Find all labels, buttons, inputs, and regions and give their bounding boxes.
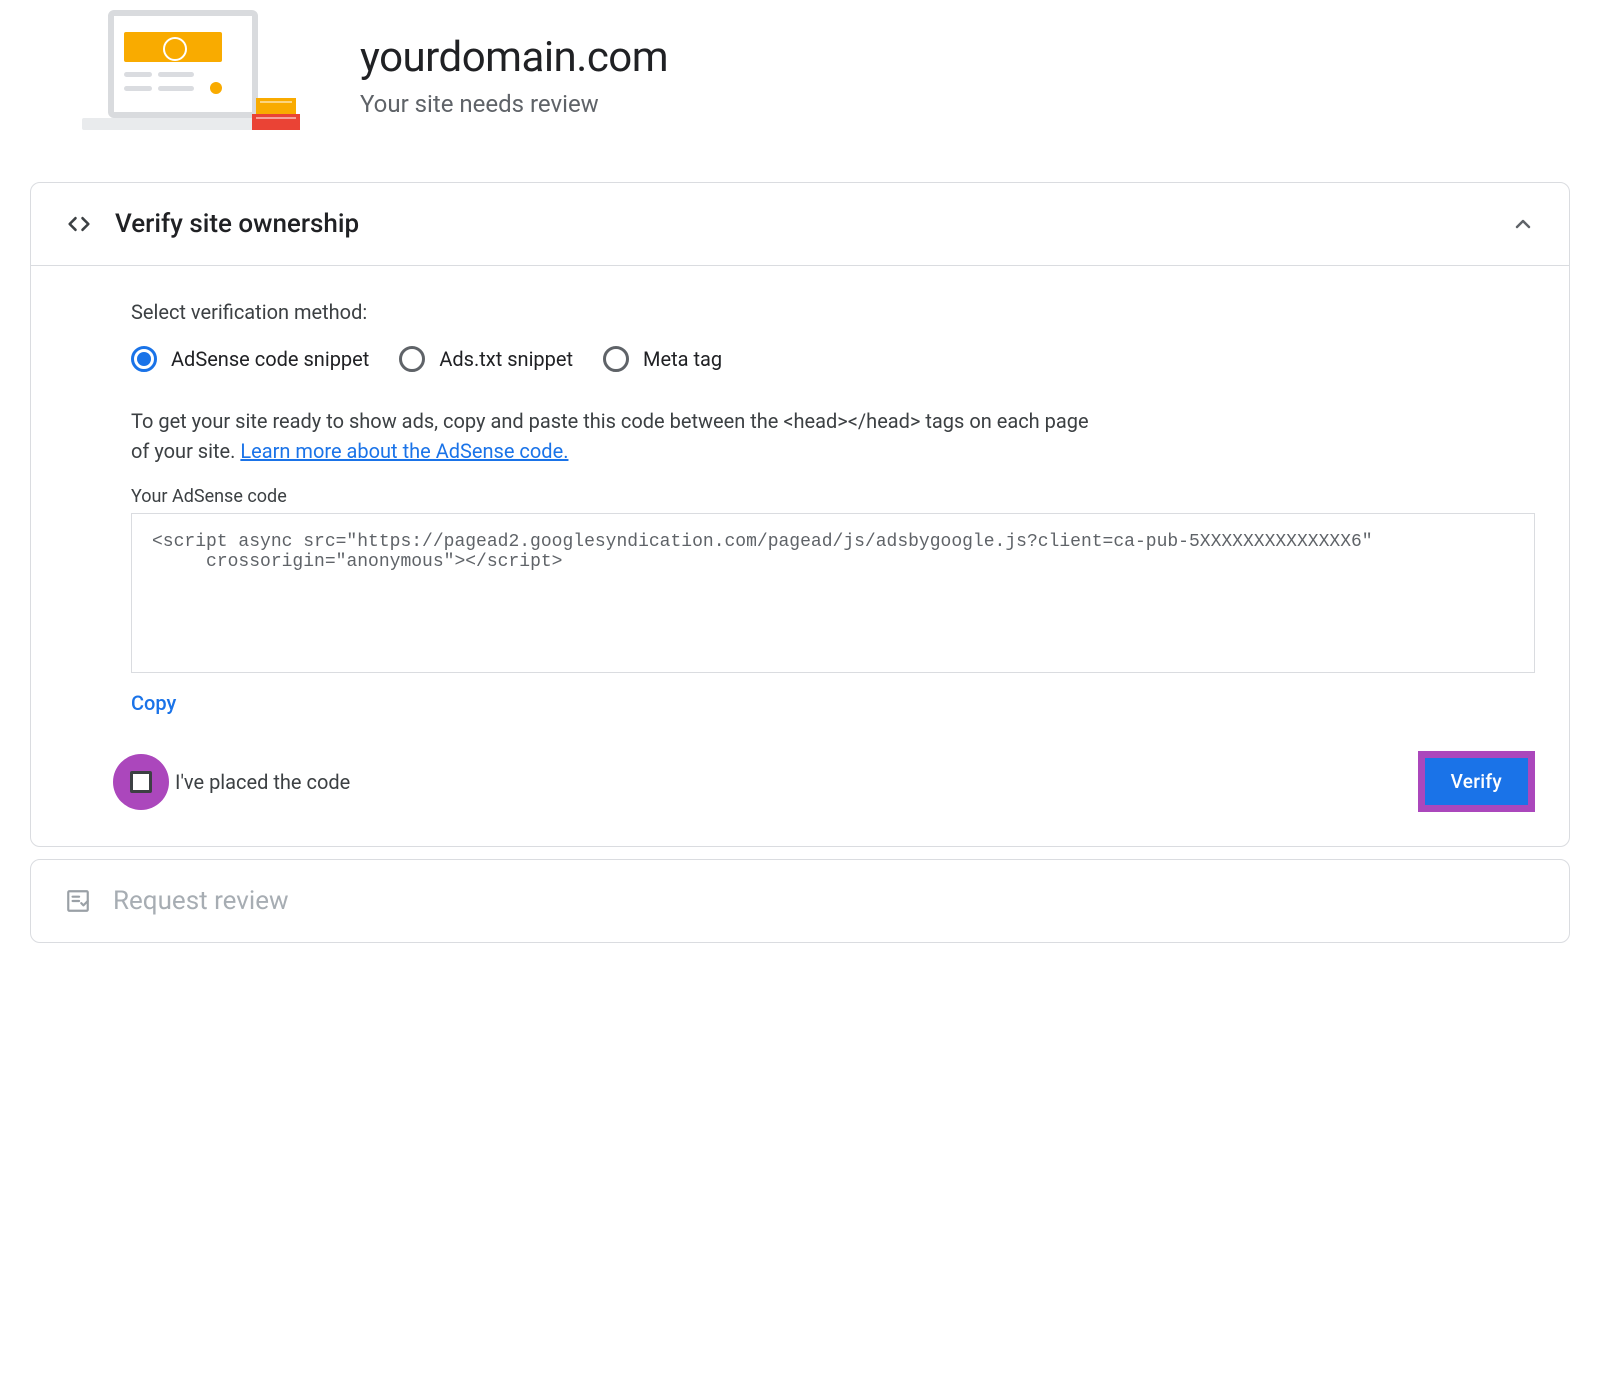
site-domain-title: yourdomain.com: [360, 33, 668, 82]
request-review-card-title: Request review: [113, 886, 1535, 916]
request-review-card[interactable]: Request review: [30, 859, 1570, 943]
radio-label: Meta tag: [643, 347, 722, 371]
verify-ownership-card-body: Select verification method: AdSense code…: [31, 265, 1569, 846]
radio-label: AdSense code snippet: [171, 347, 369, 371]
site-status-subtitle: Your site needs review: [360, 90, 668, 118]
radio-adsense-snippet[interactable]: AdSense code snippet: [131, 346, 369, 372]
chevron-up-icon[interactable]: [1511, 212, 1535, 236]
code-brackets-icon: [65, 210, 93, 238]
verify-ownership-card-header[interactable]: Verify site ownership: [31, 183, 1569, 265]
radio-meta-tag[interactable]: Meta tag: [603, 346, 722, 372]
placed-code-label: I've placed the code: [175, 770, 350, 794]
verify-ownership-card-title: Verify site ownership: [115, 209, 1489, 239]
checklist-icon: [65, 888, 91, 914]
verification-method-radio-group: AdSense code snippet Ads.txt snippet Met…: [131, 346, 1535, 372]
verify-ownership-card: Verify site ownership Select verificatio…: [30, 182, 1570, 847]
placed-code-checkbox[interactable]: [130, 771, 152, 793]
site-review-illustration: [60, 10, 300, 140]
copy-button[interactable]: Copy: [131, 691, 176, 715]
learn-more-link[interactable]: Learn more about the AdSense code.: [240, 439, 568, 463]
highlight-circle: [113, 754, 169, 810]
radio-adstxt-snippet[interactable]: Ads.txt snippet: [399, 346, 573, 372]
adsense-code-label: Your AdSense code: [131, 486, 1535, 507]
verification-instructions: To get your site ready to show ads, copy…: [131, 406, 1091, 466]
verify-button[interactable]: Verify: [1425, 758, 1528, 805]
radio-label: Ads.txt snippet: [439, 347, 573, 371]
highlight-box: Verify: [1418, 751, 1535, 812]
adsense-code-box[interactable]: <script async src="https://pagead2.googl…: [131, 513, 1535, 673]
page-header: yourdomain.com Your site needs review: [30, 0, 1570, 170]
verification-method-label: Select verification method:: [131, 300, 1535, 324]
